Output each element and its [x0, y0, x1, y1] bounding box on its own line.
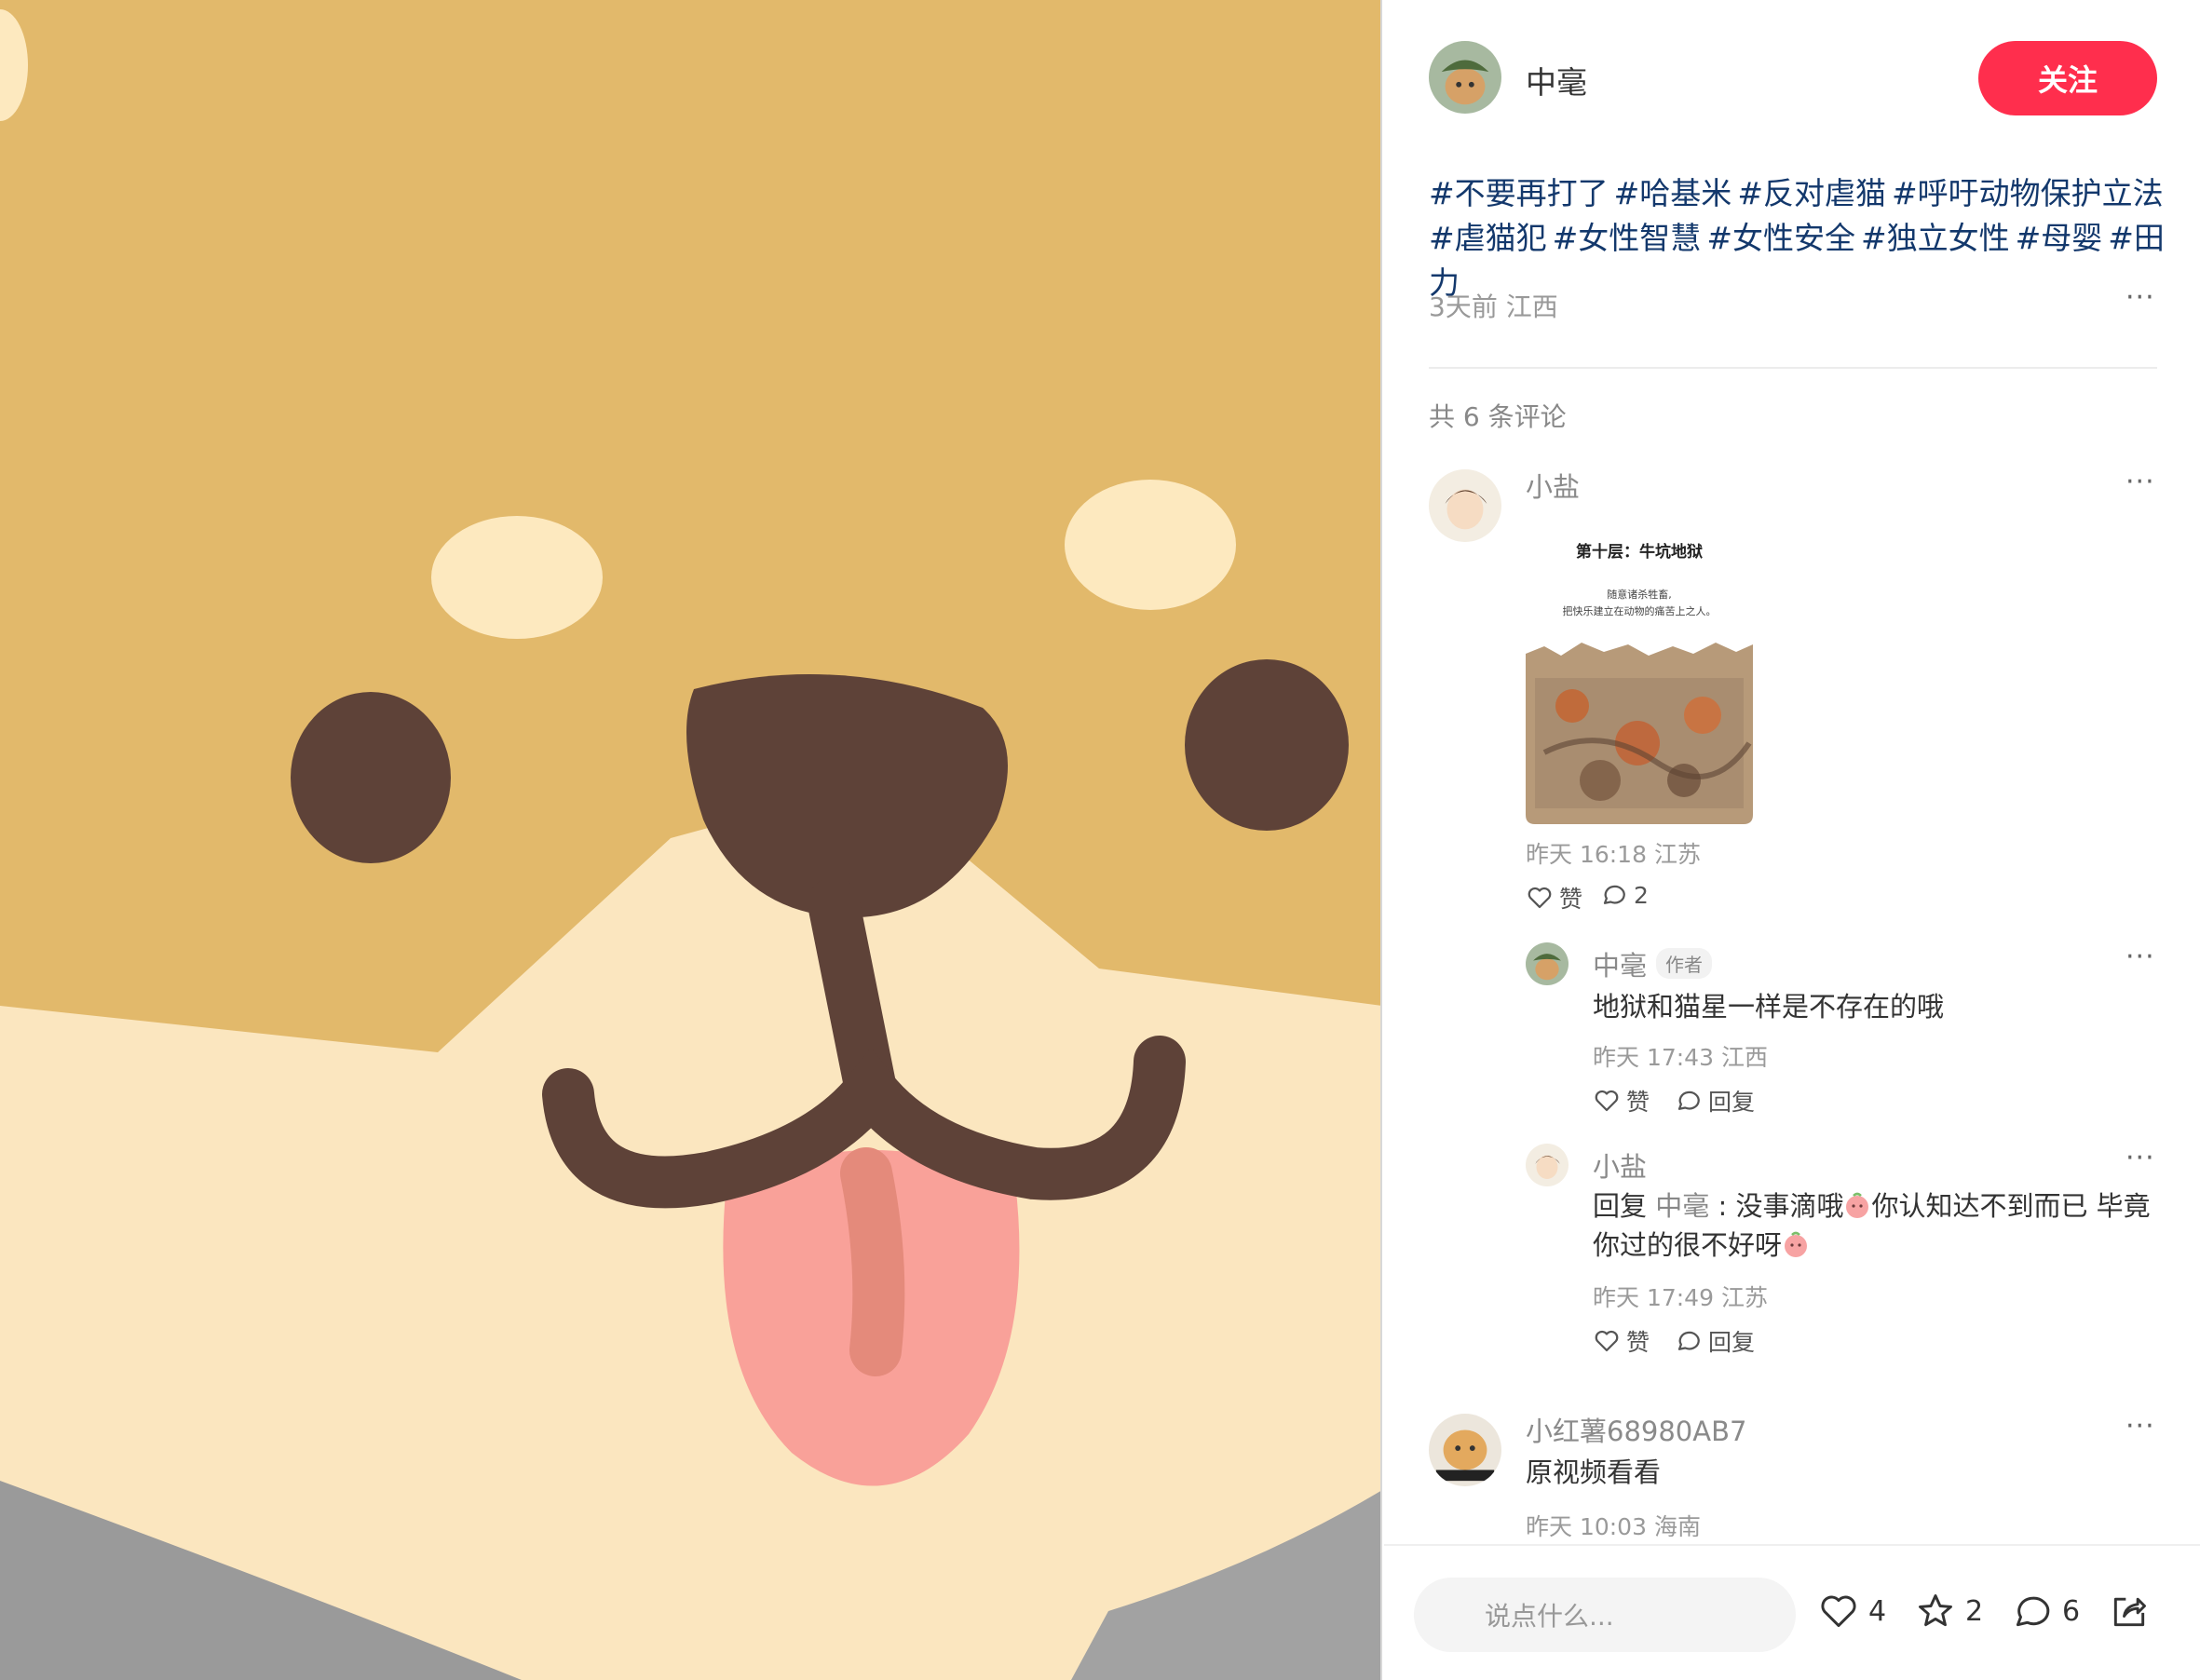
divider: [1429, 367, 2157, 369]
commenter-avatar[interactable]: [1429, 1414, 1501, 1486]
reply-count-button[interactable]: 2: [1600, 881, 1649, 909]
post-location: 江西: [1505, 291, 1558, 322]
comment-icon: [1677, 1331, 1700, 1350]
commenter-name[interactable]: 小盐: [1526, 466, 1580, 505]
post-scroll-area[interactable]: #不要再打了 #哈基米 #反对虐猫 #呼吁动物保护立法 #虐猫犯 #女性智慧 #女性安全 #…: [1384, 158, 2200, 1544]
star-icon: [1919, 1594, 1952, 1627]
comment-meta: 昨天 10:03 海南: [1526, 1513, 1701, 1540]
commenter-name[interactable]: 小红薯68980AB7: [1526, 1410, 1746, 1449]
heart-icon: [1528, 887, 1552, 909]
reply-button[interactable]: 回复: [1675, 1324, 1755, 1358]
image-subtitle: 随意诸杀牲畜, 把快乐建立在动物的痛苦上之人。: [1562, 589, 1717, 617]
blush-emoji-icon: [1785, 1231, 1808, 1257]
heart-icon: [1821, 1595, 1856, 1628]
reply-avatar[interactable]: [1526, 1144, 1569, 1186]
more-icon[interactable]: ···: [2125, 941, 2155, 973]
image-title: 第十层：牛坑地狱: [1576, 543, 1703, 562]
comment-count: 共 6 条评论: [1429, 401, 1567, 432]
reply-author-name[interactable]: 小盐: [1593, 1145, 1647, 1185]
comment-image[interactable]: 第十层：牛坑地狱 随意诸杀牲畜, 把快乐建立在动物的痛苦上之人。: [1526, 531, 1753, 824]
share-icon: [2113, 1597, 2146, 1627]
mention-link[interactable]: 中毫: [1655, 1190, 1709, 1222]
reply-avatar[interactable]: [1526, 942, 1569, 985]
comment-text: 原视频看看: [1526, 1456, 1662, 1488]
share-button[interactable]: [2109, 1591, 2150, 1632]
hashtag-link[interactable]: #反对虐猫: [1737, 175, 1886, 211]
hashtag-link[interactable]: #母婴: [2016, 220, 2103, 256]
hashtag-link[interactable]: #呼吁动物保护立法: [1892, 175, 2164, 211]
reply-button[interactable]: 回复: [1675, 1084, 1755, 1118]
like-button[interactable]: 赞: [1593, 1084, 1650, 1118]
more-icon[interactable]: ···: [2125, 281, 2155, 314]
more-icon[interactable]: ···: [2125, 1410, 2155, 1443]
post-media-image[interactable]: [0, 0, 1382, 1680]
more-icon[interactable]: ···: [2125, 466, 2155, 498]
post-header: 中毫 关注: [1384, 0, 2200, 158]
commenter-avatar[interactable]: [1429, 469, 1501, 542]
hashtag-link[interactable]: #不要再打了: [1429, 175, 1609, 211]
comment-icon: [1677, 1091, 1700, 1110]
reply-author-name[interactable]: 中毫 作者: [1593, 944, 1713, 983]
hashtag-link[interactable]: #哈基米: [1614, 175, 1732, 211]
comment-post-button[interactable]: 6: [2012, 1591, 2080, 1632]
like-post-button[interactable]: 4: [1818, 1591, 1886, 1632]
hell-painting-image: [1526, 643, 1753, 824]
reply-meta: 昨天 17:43 江西: [1593, 1044, 1768, 1071]
hashtag-link[interactable]: #女性安全: [1706, 220, 1855, 256]
comment-input[interactable]: 说点什么...: [1414, 1578, 1796, 1652]
collect-post-button[interactable]: 2: [1915, 1591, 1983, 1632]
heart-icon: [1595, 1090, 1619, 1112]
follow-button[interactable]: 关注: [1978, 41, 2157, 115]
post-detail-panel: 中毫 关注 #不要再打了 #哈基米 #反对虐猫 #呼吁动物保护立法 #虐猫犯 #女性智慧…: [1384, 0, 2200, 1680]
bottom-action-bar: 说点什么... 4 2 6: [1384, 1544, 2200, 1680]
post-meta: 3天前 江西: [1429, 287, 1558, 324]
hashtag-link[interactable]: #女性智慧: [1553, 220, 1702, 256]
shiba-face-illustration: [0, 0, 1380, 1680]
hashtag-link[interactable]: #虐猫犯: [1429, 220, 1547, 256]
post-tags: #不要再打了 #哈基米 #反对虐猫 #呼吁动物保护立法 #虐猫犯 #女性智慧 #女性安全 #…: [1429, 171, 2174, 305]
comment-meta: 昨天 16:18 江苏: [1526, 841, 1701, 868]
reply-meta: 昨天 17:49 江苏: [1593, 1284, 1768, 1311]
heart-icon: [1595, 1330, 1619, 1352]
post-time: 3天前: [1429, 291, 1498, 322]
hashtag-link[interactable]: #独立女性: [1861, 220, 2010, 256]
comment-icon: [1603, 885, 1625, 904]
blush-emoji-icon: [1846, 1192, 1869, 1218]
comment-icon: [2016, 1596, 2050, 1627]
author-badge: 作者: [1656, 948, 1713, 979]
reply-text: 地狱和猫星一样是不存在的哦: [1593, 991, 1945, 1023]
author-name[interactable]: 中毫: [1526, 58, 1587, 102]
like-button[interactable]: 赞: [1526, 881, 1582, 915]
more-icon[interactable]: ···: [2125, 1142, 2155, 1174]
author-avatar[interactable]: [1429, 41, 1501, 114]
reply-text: 回复 中毫 : 没事滴哦 你认知达不到而已 毕竟 你过的很不好呀: [1593, 1190, 2151, 1261]
like-button[interactable]: 赞: [1593, 1324, 1650, 1358]
